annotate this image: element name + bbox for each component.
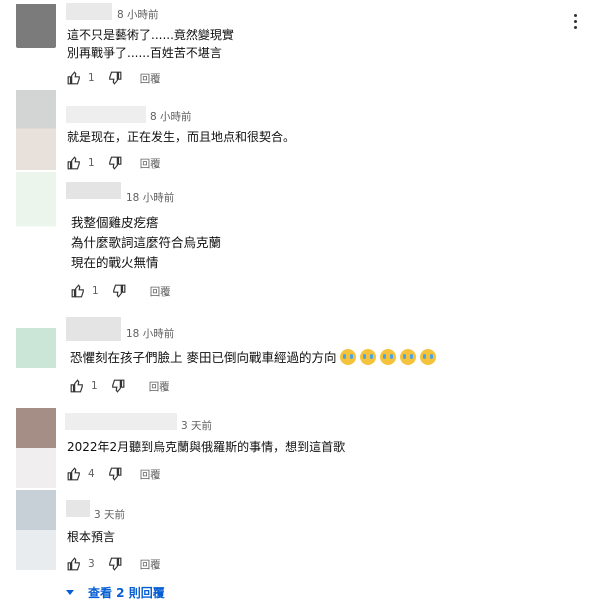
like-count: 1 [91,380,98,392]
reply-button[interactable]: 回覆 [140,467,161,482]
chevron-down-icon [66,590,74,595]
thumbs-up-icon[interactable] [67,467,81,481]
author-name[interactable] [65,413,177,430]
comment-text: 別再戰爭了......百姓苦不堪言 [67,46,222,60]
author-name[interactable] [66,500,90,517]
thumbs-up-icon[interactable] [70,379,84,393]
comment-text: 我整個雞皮疙瘩 [71,215,159,230]
thumbs-down-icon[interactable] [108,467,122,481]
author-name[interactable] [66,106,146,123]
thumbs-down-icon[interactable] [108,557,122,571]
thumbs-up-icon[interactable] [67,557,81,571]
thumbs-up-icon[interactable] [71,284,85,298]
thumbs-down-icon[interactable] [108,156,122,170]
reply-button[interactable]: 回覆 [150,284,171,299]
reply-button[interactable]: 回覆 [140,71,161,86]
comment-time[interactable]: 18 小時前 [126,326,174,341]
reply-button[interactable]: 回覆 [149,379,170,394]
reply-button[interactable]: 回覆 [140,557,161,572]
author-name[interactable] [66,3,112,20]
comment-time[interactable]: 18 小時前 [126,190,174,205]
crying-face-emoji [420,349,437,365]
comment-actions: 1 回覆 [67,155,161,171]
like-count: 1 [92,285,99,297]
like-count: 3 [88,558,95,570]
crying-face-emoji [340,349,357,365]
thumbs-up-icon[interactable] [67,156,81,170]
author-name[interactable] [66,317,121,341]
view-replies-button[interactable]: 查看 2 則回覆 [66,584,165,601]
reply-button[interactable]: 回覆 [140,156,161,171]
comment-actions: 1 回覆 [70,378,170,394]
comment-actions: 1 回覆 [71,283,171,299]
crying-face-emoji [380,349,397,365]
crying-face-emoji [360,349,377,365]
comment-text: 就是现在，正在发生，而且地点和很契合。 [67,130,296,144]
comment-actions: 1 回覆 [67,70,161,86]
author-name[interactable] [66,182,121,199]
thumbs-down-icon[interactable] [112,284,126,298]
avatar[interactable] [16,4,56,48]
avatar[interactable] [16,408,56,488]
comment-actions: 4 回覆 [67,466,161,482]
comment-text: 現在的戰火無情 [71,255,159,270]
thumbs-up-icon[interactable] [67,71,81,85]
like-count: 1 [88,157,95,169]
comment-actions: 3 回覆 [67,556,161,572]
comment-text-content: 恐懼刻在孩子們臉上 麥田已倒向戰車經過的方向 [70,350,337,365]
avatar[interactable] [16,90,56,170]
like-count: 1 [88,72,95,84]
comment-time[interactable]: 8 小時前 [117,7,159,22]
more-options-icon[interactable] [574,14,578,32]
like-count: 4 [88,468,95,480]
thumbs-down-icon[interactable] [111,379,125,393]
comment-time[interactable]: 8 小時前 [150,109,192,124]
comment-time[interactable]: 3 天前 [181,418,212,433]
view-replies-label: 查看 2 則回覆 [88,586,165,600]
avatar[interactable] [16,172,56,308]
avatar[interactable] [16,490,56,570]
comment-time[interactable]: 3 天前 [94,507,125,522]
comment-text: 為什麼歌詞這麼符合烏克蘭 [71,235,222,250]
comment-text: 這不只是藝術了......竟然變現實 [67,28,234,42]
comment-text: 恐懼刻在孩子們臉上 麥田已倒向戰車經過的方向 [70,347,437,366]
avatar[interactable] [16,328,56,368]
crying-face-emoji [400,349,417,365]
comment-text: 2022年2月聽到烏克蘭與俄羅斯的事情，想到這首歌 [67,440,346,454]
comment-text: 根本預言 [67,530,116,544]
thumbs-down-icon[interactable] [108,71,122,85]
